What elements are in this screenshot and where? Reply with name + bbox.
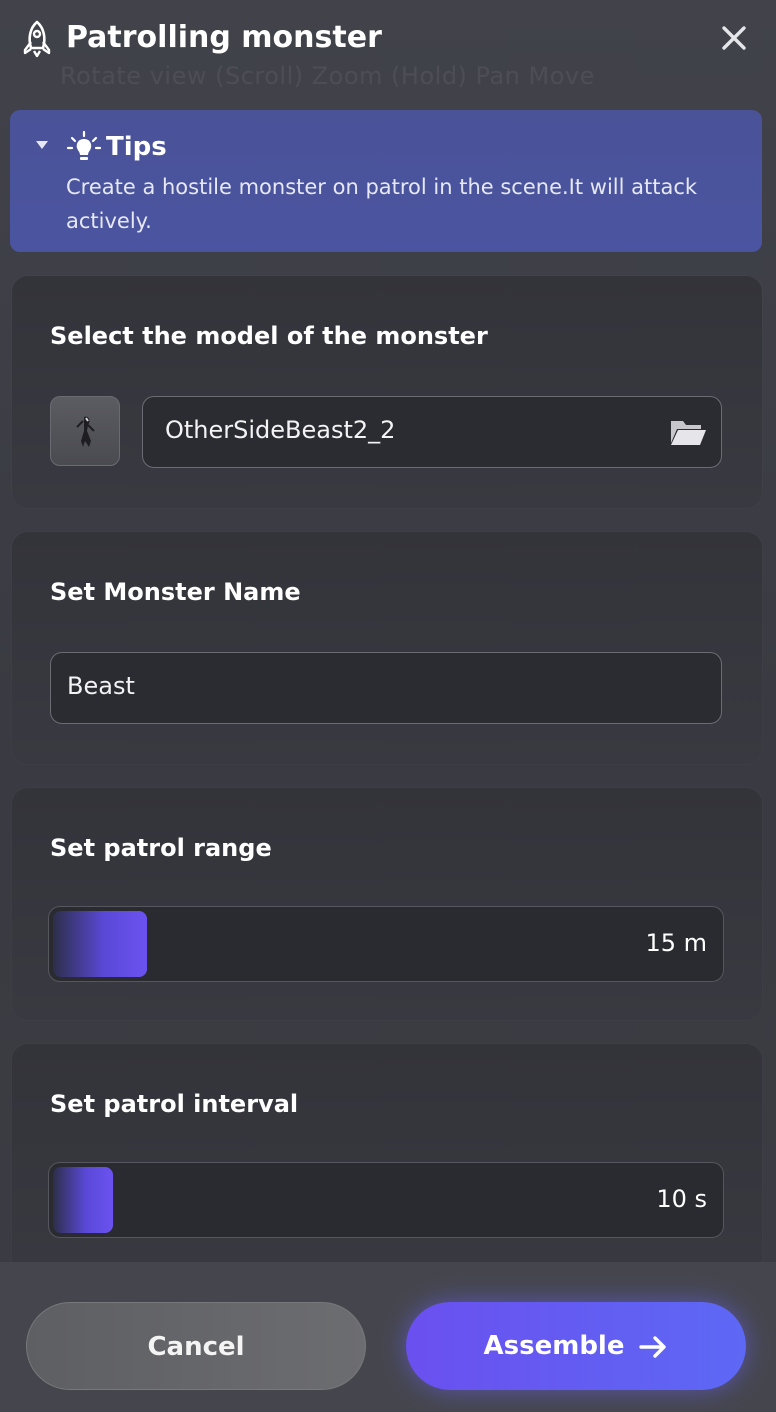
monster-model-thumbnail[interactable] xyxy=(50,396,120,466)
close-icon[interactable] xyxy=(716,20,752,56)
tips-box: Tips Create a hostile monster on patrol … xyxy=(10,110,762,252)
name-label: Set Monster Name xyxy=(50,578,301,606)
model-value: OtherSideBeast2_2 xyxy=(165,416,396,444)
monster-panel: Rotate view (Scroll) Zoom (Hold) Pan Mov… xyxy=(0,0,776,1412)
interval-label: Set patrol interval xyxy=(50,1090,299,1118)
patrol-range-readout: 15 m xyxy=(645,929,707,957)
cancel-button[interactable]: Cancel xyxy=(26,1302,366,1390)
patrol-interval-readout: 10 s xyxy=(656,1185,707,1213)
patrol-range-fill[interactable] xyxy=(53,911,147,977)
patrol-range-slider[interactable]: 15 m xyxy=(48,906,724,982)
assemble-label: Assemble xyxy=(483,1331,625,1361)
arrow-right-icon xyxy=(639,1335,667,1358)
patrol-interval-fill[interactable] xyxy=(53,1167,113,1233)
page-title: Patrolling monster xyxy=(66,20,382,55)
panel-footer: Cancel Assemble xyxy=(0,1262,776,1412)
tips-text: Create a hostile monster on patrol in th… xyxy=(66,175,698,233)
monster-name-input[interactable]: Beast xyxy=(50,652,722,724)
lightbulb-icon xyxy=(66,130,102,160)
model-label: Select the model of the monster xyxy=(50,322,488,350)
range-label: Set patrol range xyxy=(50,834,272,862)
monster-figure-icon xyxy=(76,416,95,447)
tips-title: Tips xyxy=(106,132,167,162)
folder-icon[interactable] xyxy=(669,417,707,447)
name-card: Set Monster Name Beast xyxy=(12,532,762,764)
monster-name-value: Beast xyxy=(67,672,135,700)
rocket-icon xyxy=(23,20,51,58)
patrol-interval-slider[interactable]: 10 s xyxy=(48,1162,724,1238)
range-card: Set patrol range 15 m xyxy=(12,788,762,1020)
panel-header: Patrolling monster xyxy=(0,0,776,80)
model-card: Select the model of the monster OtherSid… xyxy=(12,276,762,508)
model-field[interactable]: OtherSideBeast2_2 xyxy=(142,396,722,468)
chevron-down-icon[interactable] xyxy=(35,140,49,150)
assemble-button[interactable]: Assemble xyxy=(406,1302,746,1390)
